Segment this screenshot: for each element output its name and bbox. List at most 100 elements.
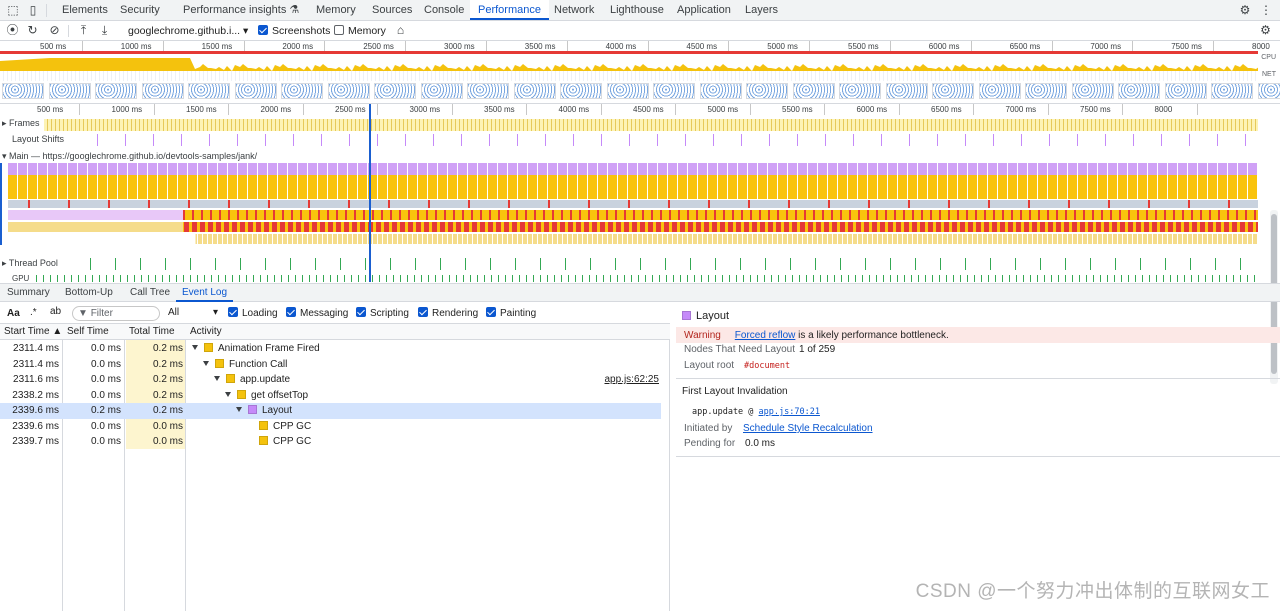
- tab-bottom-up[interactable]: Bottom-Up: [65, 284, 113, 302]
- screenshot-thumb[interactable]: [1211, 83, 1253, 99]
- tab-console[interactable]: Console: [416, 0, 472, 20]
- screenshot-thumb[interactable]: [978, 83, 1021, 99]
- painting-checkbox[interactable]: Painting: [486, 307, 536, 319]
- filter-input[interactable]: ▼ Filter: [72, 306, 160, 321]
- frames-track-label[interactable]: ▸ Frames: [2, 118, 40, 129]
- screenshot-thumb[interactable]: [1071, 83, 1114, 99]
- memory-checkbox[interactable]: Memory: [334, 25, 386, 37]
- thread-pool-label[interactable]: ▸ Thread Pool: [2, 258, 58, 269]
- screenshot-thumb[interactable]: [653, 83, 695, 99]
- table-row[interactable]: 2311.4 ms 0.0 ms 0.2 ms Function Call: [0, 357, 661, 373]
- screenshot-thumb[interactable]: [95, 83, 137, 99]
- tab-layers[interactable]: Layers: [737, 0, 786, 20]
- screenshot-thumb[interactable]: [885, 83, 928, 99]
- table-row[interactable]: 2311.6 ms 0.0 ms 0.2 ms app.update app.js:62…: [0, 372, 661, 388]
- regex-button[interactable]: .*: [30, 307, 37, 318]
- expand-triangle-icon[interactable]: [203, 360, 209, 366]
- screenshot-thumb[interactable]: [1118, 83, 1160, 99]
- tab-memory[interactable]: Memory: [308, 0, 364, 20]
- flame-row-2[interactable]: [8, 200, 1258, 208]
- screenshot-thumb[interactable]: [1164, 83, 1207, 99]
- recording-select[interactable]: googlechrome.github.i... ▾: [128, 25, 248, 37]
- screenshot-thumb[interactable]: [281, 83, 323, 99]
- flame-chart[interactable]: 500 ms 1000 ms 1500 ms 2000 ms 2500 ms 3000 m…: [0, 104, 1280, 384]
- download-icon[interactable]: ⤓: [98, 24, 111, 37]
- tab-performance-insights[interactable]: Performance insights ⚗: [175, 0, 307, 20]
- stack-source-link[interactable]: app.js:70:21: [759, 407, 820, 417]
- expand-triangle-icon[interactable]: [214, 376, 220, 381]
- screenshot-thumb[interactable]: [234, 83, 277, 99]
- screenshot-thumb[interactable]: [327, 83, 370, 99]
- frames-track[interactable]: [44, 119, 1258, 131]
- expand-triangle-icon[interactable]: [192, 345, 198, 350]
- clear-icon[interactable]: ⊘: [48, 24, 61, 37]
- header-self-time[interactable]: Self Time: [67, 326, 109, 337]
- screenshot-thumb[interactable]: [932, 83, 974, 99]
- tab-elements[interactable]: Elements: [54, 0, 116, 20]
- flame-row-1[interactable]: [8, 175, 1258, 199]
- capture-settings-gear-icon[interactable]: ⚙: [1259, 24, 1272, 37]
- screenshot-thumb[interactable]: [48, 83, 91, 99]
- screenshot-thumb[interactable]: [467, 83, 509, 99]
- gpu-track[interactable]: [30, 275, 1258, 282]
- table-row[interactable]: 2339.6 ms 0.0 ms 0.0 ms CPP GC: [0, 419, 661, 435]
- layout-shifts-track[interactable]: [70, 134, 1258, 146]
- screenshot-thumb[interactable]: [513, 83, 556, 99]
- table-row[interactable]: 2339.7 ms 0.0 ms 0.0 ms CPP GC: [0, 434, 661, 450]
- scripting-checkbox[interactable]: Scripting: [356, 307, 409, 319]
- gear-icon[interactable]: ⚙: [1238, 3, 1252, 17]
- screenshot-thumb[interactable]: [792, 83, 835, 99]
- screenshot-thumb[interactable]: [2, 83, 44, 99]
- tab-event-log[interactable]: Event Log: [176, 284, 234, 302]
- screenshot-thumb[interactable]: [374, 83, 416, 99]
- source-link[interactable]: app.js:62:25: [605, 374, 660, 385]
- main-thread-tracks[interactable]: [0, 163, 1258, 255]
- screenshot-thumb[interactable]: [606, 83, 649, 99]
- layout-root-value[interactable]: #document: [744, 361, 790, 371]
- tab-network[interactable]: Network: [546, 0, 602, 20]
- thread-pool-track[interactable]: [66, 258, 1258, 270]
- initiated-link[interactable]: Schedule Style Recalculation: [743, 423, 873, 434]
- expand-triangle-icon[interactable]: [225, 391, 231, 397]
- garbage-collect-icon[interactable]: ⌂: [394, 24, 407, 37]
- device-toolbar-icon[interactable]: ▯: [26, 3, 40, 17]
- flame-row-4[interactable]: [8, 222, 1258, 232]
- screenshots-checkbox[interactable]: Screenshots: [258, 25, 330, 37]
- match-case-button[interactable]: Aa: [7, 308, 20, 319]
- table-row[interactable]: 2339.6 ms 0.2 ms 0.2 ms Layout: [0, 403, 661, 419]
- header-total-time[interactable]: Total Time: [129, 326, 175, 337]
- whole-word-icon[interactable]: ab: [50, 306, 61, 317]
- flame-row-3[interactable]: [8, 210, 1258, 220]
- tab-sources[interactable]: Sources: [364, 0, 420, 20]
- header-activity[interactable]: Activity: [190, 326, 222, 337]
- screenshot-thumb[interactable]: [560, 83, 602, 99]
- main-thread-label[interactable]: ▾ Main — https://googlechrome.github.io/…: [2, 151, 257, 162]
- screenshot-thumb[interactable]: [699, 83, 742, 99]
- reload-record-icon[interactable]: ↻: [26, 24, 39, 37]
- tab-application[interactable]: Application: [669, 0, 739, 20]
- inspect-element-icon[interactable]: ⬚: [6, 3, 20, 17]
- flame-row-0[interactable]: [8, 163, 1258, 175]
- table-row[interactable]: 2338.2 ms 0.0 ms 0.2 ms get offsetTop: [0, 388, 661, 404]
- tab-performance[interactable]: Performance: [470, 0, 549, 20]
- flame-row-5[interactable]: [8, 234, 1258, 244]
- tab-lighthouse[interactable]: Lighthouse: [602, 0, 672, 20]
- screenshot-thumb[interactable]: [141, 83, 184, 99]
- screenshot-thumb[interactable]: [839, 83, 881, 99]
- screenshot-thumb[interactable]: [1025, 83, 1067, 99]
- tab-call-tree[interactable]: Call Tree: [130, 284, 170, 302]
- record-icon[interactable]: ⦿: [6, 24, 19, 37]
- rendering-checkbox[interactable]: Rendering: [418, 307, 478, 319]
- upload-icon[interactable]: ⤒: [77, 24, 90, 37]
- screenshot-thumb[interactable]: [188, 83, 230, 99]
- expand-triangle-icon[interactable]: [236, 407, 242, 412]
- tab-summary[interactable]: Summary: [7, 284, 50, 302]
- screenshot-thumb[interactable]: [1257, 83, 1280, 99]
- header-start-time[interactable]: Start Time ▲: [4, 326, 62, 337]
- messaging-checkbox[interactable]: Messaging: [286, 307, 348, 319]
- forced-reflow-link[interactable]: Forced reflow: [735, 330, 796, 341]
- duration-select[interactable]: All ▾: [168, 307, 218, 318]
- screenshot-thumb[interactable]: [746, 83, 788, 99]
- screenshot-thumb[interactable]: [420, 83, 463, 99]
- tab-security[interactable]: Security: [112, 0, 168, 20]
